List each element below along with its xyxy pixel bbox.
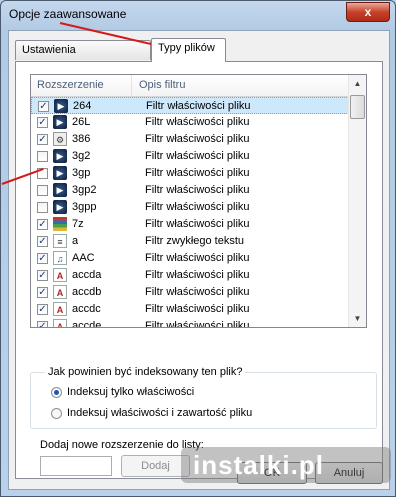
index-method-group-label: Jak powinien być indeksowany ten plik? [45,366,246,378]
list-item-extension: 7z [72,218,84,230]
list-item-extension: 3gp [72,167,91,179]
list-item-checkbox[interactable]: ✓ [37,117,48,128]
list-item-checkbox[interactable]: ✓ [37,287,48,298]
tab-indexing-settings[interactable]: Ustawienia indeksowania [15,40,151,75]
list-item-extension: accdb [72,286,102,298]
close-button[interactable]: x [346,2,390,22]
watermark-logo: instalki.pl [181,447,391,483]
list-item-7z[interactable]: ✓ 7z Filtr właściwości pliku [31,216,349,233]
list-item-extension: accde [72,320,102,328]
list-item-checkbox[interactable]: ✓ [37,270,48,281]
list-item-AAC[interactable]: ✓ ♫ AAC Filtr właściwości pliku [31,250,349,267]
file-types-list[interactable]: Rozszerzenie Opis filtru ✓ ▶ 264 Filtr właś… [30,74,367,328]
list-item-description: Filtr właściwości pliku [145,252,250,264]
list-item-extension: accdc [72,303,101,315]
list-rows: ✓ ▶ 264 Filtr właściwości pliku ✓ ▶ 26L Filtr w… [31,97,349,328]
list-item-checkbox[interactable] [37,202,48,213]
list-item-3g2[interactable]: ▶ 3g2 Filtr właściwości pliku [31,148,349,165]
add-extension-input[interactable] [40,456,112,476]
column-header-filter-description[interactable]: Opis filtru [139,79,185,91]
list-item-extension: AAC [72,252,95,264]
access-file-icon: A [53,302,67,316]
list-item-description: Filtr zwykłego tekstu [145,235,245,247]
list-item-checkbox[interactable]: ✓ [37,236,48,247]
list-item-description: Filtr właściwości pliku [145,218,250,230]
list-item-description: Filtr właściwości pliku [145,167,250,179]
column-separator[interactable] [131,75,132,96]
media-icon: ▶ [53,183,67,197]
add-extension-button[interactable]: Dodaj [121,455,190,477]
radio-index-properties-only-label[interactable]: Indeksuj tylko właściwości [67,386,194,398]
list-item-description: Filtr właściwości pliku [145,133,250,145]
list-item-extension: 264 [73,100,92,112]
list-item-386[interactable]: ✓ ⚙ 386 Filtr właściwości pliku [31,131,349,148]
list-item-description: Filtr właściwości pliku [145,286,250,298]
access-file-icon: A [53,285,67,299]
audio-file-icon: ♫ [53,251,67,265]
list-item-accda[interactable]: ✓ Aaccda Filtr właściwości pliku [31,267,349,284]
list-item-checkbox[interactable] [37,151,48,162]
list-item-description: Filtr właściwości pliku [145,269,250,281]
list-header: Rozszerzenie Opis filtru [31,75,349,97]
document-icon: ≡ [53,234,67,248]
dialog-window: Opcje zaawansowane x Ustawienia indeksow… [0,0,396,497]
list-item-checkbox[interactable]: ✓ [37,219,48,230]
add-extension-label: Dodaj nowe rozszerzenie do listy: [40,439,204,451]
media-icon: ▶ [53,200,67,214]
list-item-3gp2[interactable]: ▶ 3gp2 Filtr właściwości pliku [31,182,349,199]
list-item-checkbox[interactable]: ✓ [38,101,49,112]
column-header-extension[interactable]: Rozszerzenie [37,79,104,91]
list-item-extension: 3gpp [72,201,97,213]
list-item-3gpp[interactable]: ▶ 3gpp Filtr właściwości pliku [31,199,349,216]
archive-icon [53,217,67,231]
list-item-3gp[interactable]: ▶ 3gp Filtr właściwości pliku [31,165,349,182]
media-icon: ▶ [53,149,67,163]
title-bar[interactable]: Opcje zaawansowane x [1,1,395,29]
media-icon: ▶ [54,99,68,113]
list-item-264[interactable]: ✓ ▶ 264 Filtr właściwości pliku [31,97,349,114]
dialog-client: Ustawienia indeksowania Typy plików Rozs… [8,30,390,490]
list-item-extension: 3gp2 [72,184,97,196]
list-item-description: Filtr właściwości pliku [145,303,250,315]
list-item-accdb[interactable]: ✓ Aaccdb Filtr właściwości pliku [31,284,349,301]
vertical-scrollbar[interactable]: ▲ ▼ [348,75,366,327]
list-item-checkbox[interactable] [37,185,48,196]
index-method-group [30,372,377,429]
media-icon: ▶ [53,115,67,129]
list-item-description: Filtr właściwości pliku [145,184,250,196]
media-icon: ▶ [53,166,67,180]
gear-file-icon: ⚙ [53,132,67,146]
list-item-description: Filtr właściwości pliku [145,150,250,162]
list-item-accdc[interactable]: ✓ Aaccdc Filtr właściwości pliku [31,301,349,318]
scroll-up-arrow-icon[interactable]: ▲ [349,75,366,92]
list-item-checkbox[interactable]: ✓ [37,321,48,327]
list-item-extension: 386 [72,133,91,145]
list-item-description: Filtr właściwości pliku [146,100,251,112]
radio-index-properties-only[interactable] [51,387,62,398]
list-item-checkbox[interactable]: ✓ [37,304,48,315]
list-item-checkbox[interactable]: ✓ [37,253,48,264]
list-item-accde[interactable]: ✓ Aaccde Filtr właściwości pliku [31,318,349,328]
list-item-description: Filtr właściwości pliku [145,201,250,213]
list-item-26L[interactable]: ✓ ▶ 26L Filtr właściwości pliku [31,114,349,131]
list-item-extension: a [72,235,79,247]
list-item-extension: accda [72,269,102,281]
radio-index-properties-and-content[interactable] [51,408,62,419]
list-item-checkbox[interactable]: ✓ [37,134,48,145]
window-title: Opcje zaawansowane [9,7,127,21]
access-file-icon: A [53,319,67,327]
list-item-description: Filtr właściwości pliku [145,116,250,128]
radio-index-properties-and-content-label[interactable]: Indeksuj właściwości i zawartość pliku [67,407,252,419]
list-item-description: Filtr właściwości pliku [145,320,250,328]
tab-file-types[interactable]: Typy plików [151,38,226,62]
list-item-extension: 3g2 [72,150,91,162]
list-item-extension: 26L [72,116,91,128]
scroll-down-arrow-icon[interactable]: ▼ [349,310,366,327]
access-file-icon: A [53,268,67,282]
scroll-thumb[interactable] [350,95,365,119]
list-item-a[interactable]: ✓ ≡ a Filtr zwykłego tekstu [31,233,349,250]
